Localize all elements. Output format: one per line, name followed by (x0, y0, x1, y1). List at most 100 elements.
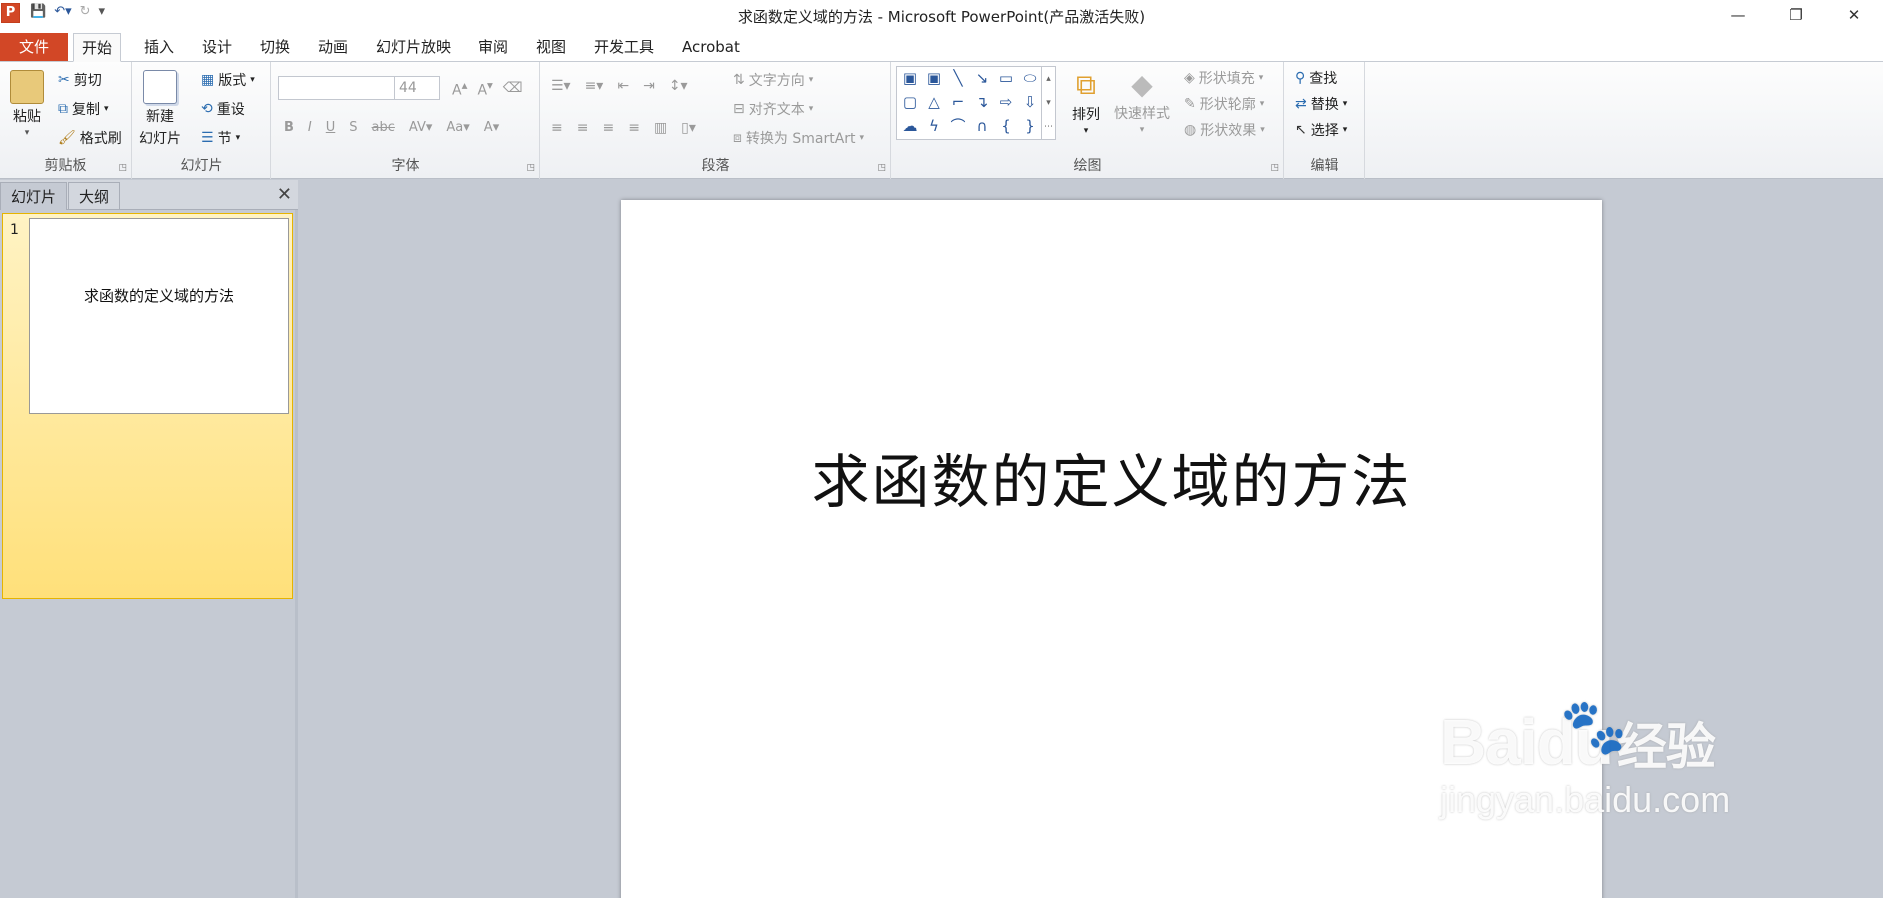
font-color-icon[interactable]: A▾ (484, 120, 499, 135)
slide-thumbnail-selected[interactable]: 1 求函数的定义域的方法 (2, 213, 293, 599)
font-name-combo[interactable] (278, 76, 396, 100)
restore-button[interactable]: ❐ (1767, 0, 1825, 30)
justify-icon[interactable]: ≡ (628, 120, 640, 136)
font-group-label: 字体 (391, 158, 420, 174)
shape-effects-button[interactable]: ◍ 形状效果 ▾ (1184, 120, 1265, 140)
align-center-icon[interactable]: ≡ (577, 120, 589, 136)
reset-button[interactable]: ⟲ 重设 (201, 99, 245, 119)
copy-button[interactable]: ⧉ 复制 ▾ (58, 99, 109, 119)
cut-button[interactable]: ✂ 剪切 (58, 70, 102, 90)
right-arrow-shape-icon[interactable]: ⇨ (997, 93, 1015, 111)
text-direction-button[interactable]: ⇅ 文字方向 ▾ (733, 70, 813, 90)
change-case-icon[interactable]: Aa▾ (446, 120, 469, 135)
rectangle-shape-icon[interactable]: ▭ (997, 69, 1015, 87)
tab-animations[interactable]: 动画 (310, 33, 356, 61)
bullets-icon[interactable]: ☰▾ (551, 78, 571, 94)
quick-styles-label: 快速样式 (1114, 106, 1170, 122)
baidu-jingyan-watermark: 🐾 Baidu 经验 jingyan.baidu.com (1440, 695, 1730, 821)
right-brace-shape-icon[interactable]: } (1021, 117, 1039, 135)
tab-transitions[interactable]: 切换 (252, 33, 298, 61)
paint-bucket-icon: ◈ (1184, 70, 1195, 86)
chevron-down-icon: ▾ (24, 128, 30, 138)
decrease-indent-icon[interactable]: ⇤ (617, 78, 629, 94)
align-right-icon[interactable]: ≡ (602, 120, 614, 136)
dialog-launcher-icon[interactable]: ◳ (118, 163, 127, 173)
columns-icon[interactable]: ▯▾ (681, 120, 696, 136)
tab-acrobat[interactable]: Acrobat (674, 33, 748, 61)
shape-outline-button[interactable]: ✎ 形状轮廓 ▾ (1184, 94, 1264, 114)
shape-fill-button[interactable]: ◈ 形状填充 ▾ (1184, 68, 1263, 88)
editing-group-label: 编辑 (1310, 158, 1339, 174)
chevron-down-icon: ▾ (250, 75, 255, 85)
dialog-launcher-icon[interactable]: ◳ (877, 163, 886, 173)
arrow-line-shape-icon[interactable]: ↘ (973, 69, 991, 87)
textbox-shape-icon[interactable]: ▣ (901, 69, 919, 87)
increase-indent-icon[interactable]: ⇥ (643, 78, 655, 94)
align-text-label: 对齐文本 (748, 102, 805, 118)
align-left-icon[interactable]: ≡ (551, 120, 563, 136)
select-button[interactable]: ↖ 选择 ▾ (1295, 120, 1347, 140)
minimize-button[interactable]: — (1709, 0, 1767, 30)
align-text-button[interactable]: ⊟ 对齐文本 ▾ (733, 99, 813, 119)
arrange-label: 排列 (1072, 107, 1100, 123)
line-shape-icon[interactable]: ╲ (949, 69, 967, 87)
font-size-combo[interactable]: 44 (394, 76, 440, 100)
rounded-rectangle-shape-icon[interactable]: ▢ (901, 93, 919, 111)
tab-review[interactable]: 审阅 (470, 33, 516, 61)
shrink-font-icon[interactable]: A▾ (477, 78, 492, 99)
close-button[interactable]: ✕ (1825, 0, 1883, 30)
oval-shape-icon[interactable]: ⬭ (1021, 69, 1039, 87)
format-painter-button[interactable]: 🖌 格式刷 (58, 128, 122, 148)
arrange-button[interactable]: ⧉ 排列 ▾ (1072, 68, 1100, 136)
strikethrough-icon[interactable]: abc (372, 120, 395, 135)
close-icon[interactable]: ✕ (277, 184, 292, 205)
elbow-arrow-shape-icon[interactable]: ↴ (973, 93, 991, 111)
tab-slideshow[interactable]: 幻灯片放映 (368, 33, 459, 61)
arc-shape-icon[interactable]: ⌒ (949, 117, 967, 135)
tab-home[interactable]: 开始 (73, 33, 122, 62)
elbow-connector-shape-icon[interactable]: ⌐ (949, 93, 967, 111)
layout-button[interactable]: ▦ 版式 ▾ (201, 70, 255, 90)
gallery-scroll-icon[interactable]: ▴ ▾ ⋯ (1041, 67, 1055, 139)
convert-smartart-button[interactable]: ⧈ 转换为 SmartArt ▾ (733, 128, 864, 148)
tab-slides-pane[interactable]: 幻灯片 (0, 182, 68, 210)
curve-shape-icon[interactable]: ∩ (973, 117, 991, 135)
tab-developer[interactable]: 开发工具 (586, 33, 662, 61)
section-button[interactable]: ☰ 节 ▾ (201, 128, 240, 148)
format-painter-label: 格式刷 (79, 131, 122, 147)
group-clipboard: 粘贴 ▾ ✂ 剪切 ⧉ 复制 ▾ 🖌 格式刷 剪贴板 ◳ (0, 62, 132, 179)
shapes-gallery[interactable]: ▣ ▣ ╲ ↘ ▭ ⬭ ▢ △ ⌐ ↴ ⇨ ⇩ ☁ ϟ ⌒ ∩ { } ▴ ▾ ⋯ (896, 66, 1056, 140)
vertical-textbox-shape-icon[interactable]: ▣ (925, 69, 943, 87)
underline-icon[interactable]: U (326, 120, 336, 135)
tab-outline-pane[interactable]: 大纲 (68, 182, 121, 210)
grow-font-icon[interactable]: A▴ (452, 78, 467, 99)
clear-formatting-icon[interactable]: ⌫ (503, 80, 523, 96)
tab-file[interactable]: 文件 (0, 33, 68, 61)
tab-design[interactable]: 设计 (194, 33, 240, 61)
cloud-shape-icon[interactable]: ☁ (901, 117, 919, 135)
distributed-icon[interactable]: ▥ (654, 120, 667, 136)
group-drawing: ▣ ▣ ╲ ↘ ▭ ⬭ ▢ △ ⌐ ↴ ⇨ ⇩ ☁ ϟ ⌒ ∩ { } ▴ ▾ ⋯ … (892, 62, 1284, 179)
shadow-icon[interactable]: S (349, 120, 357, 135)
find-button[interactable]: ⚲ 查找 (1295, 68, 1337, 88)
numbering-icon[interactable]: ≡▾ (585, 78, 604, 94)
down-arrow-shape-icon[interactable]: ⇩ (1021, 93, 1039, 111)
left-brace-shape-icon[interactable]: { (997, 117, 1015, 135)
character-spacing-icon[interactable]: AV▾ (409, 120, 432, 135)
tab-insert[interactable]: 插入 (136, 33, 182, 61)
italic-icon[interactable]: I (308, 120, 312, 135)
reset-label: 重设 (216, 102, 245, 118)
paste-button[interactable]: 粘贴 ▾ (10, 70, 44, 138)
line-spacing-icon[interactable]: ↕▾ (669, 78, 688, 94)
bold-icon[interactable]: B (284, 120, 294, 135)
dialog-launcher-icon[interactable]: ◳ (1270, 163, 1279, 173)
lightning-shape-icon[interactable]: ϟ (925, 117, 943, 135)
replace-button[interactable]: ⇄ 替换 ▾ (1295, 94, 1347, 114)
tab-view[interactable]: 视图 (528, 33, 574, 61)
quick-styles-button[interactable]: ◆ 快速样式 ▾ (1114, 68, 1170, 135)
dialog-launcher-icon[interactable]: ◳ (526, 163, 535, 173)
new-slide-button[interactable]: 新建 幻灯片 (139, 70, 181, 148)
triangle-shape-icon[interactable]: △ (925, 93, 943, 111)
slide-thumbnail[interactable]: 求函数的定义域的方法 (29, 218, 289, 414)
slide-title-placeholder[interactable]: 求函数的定义域的方法 (621, 435, 1602, 519)
